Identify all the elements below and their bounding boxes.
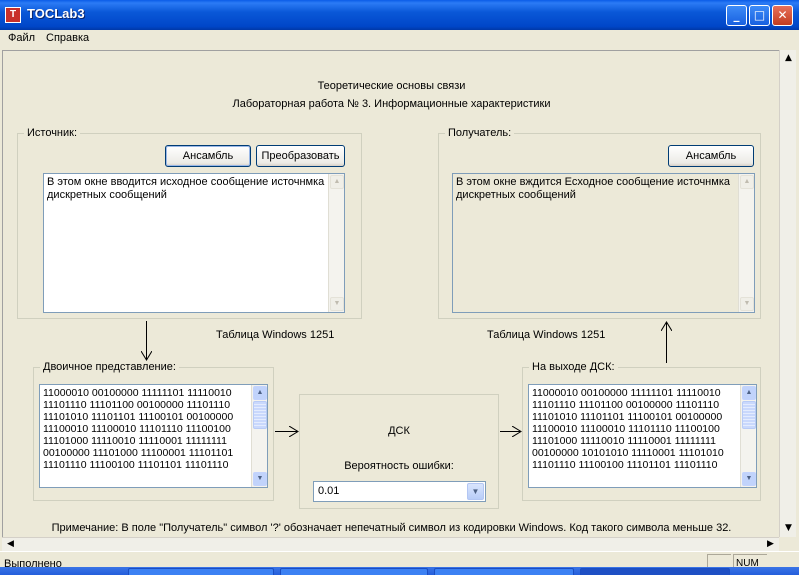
receiver-label: Получатель: bbox=[445, 127, 515, 139]
note-text: Примечание: В поле "Получатель" символ '… bbox=[51, 522, 732, 534]
dsk-title: ДСК bbox=[388, 425, 410, 437]
source-ensemble-label: Ансамбль bbox=[182, 150, 234, 162]
error-probability-value: 0.01 bbox=[318, 485, 340, 497]
scroll-up-icon[interactable]: ▲ bbox=[742, 386, 756, 400]
scroll-down-icon[interactable]: ▼ bbox=[781, 521, 796, 536]
window-title: TOCLab3 bbox=[27, 6, 85, 21]
arrow-down-icon bbox=[141, 351, 152, 361]
menu-file[interactable]: Файл bbox=[8, 32, 35, 44]
close-button[interactable]: ✕ bbox=[772, 5, 793, 26]
scroll-down-icon[interactable]: ▼ bbox=[253, 472, 267, 486]
scroll-right-icon[interactable]: ▶ bbox=[763, 537, 778, 552]
header-subtitle: Лабораторная работа № 3. Информационные … bbox=[232, 98, 551, 110]
menu-bar: Файл Справка bbox=[0, 30, 799, 49]
arrow-right-icon bbox=[289, 426, 299, 437]
maximize-button[interactable]: □ bbox=[749, 5, 770, 26]
taskbar bbox=[0, 567, 799, 575]
scroll-thumb[interactable] bbox=[253, 401, 267, 429]
scroll-thumb[interactable] bbox=[742, 401, 756, 429]
window-vertical-scrollbar[interactable]: ▲ ▼ bbox=[779, 50, 796, 537]
arrow-right-icon bbox=[512, 426, 522, 437]
minimize-button[interactable]: _ bbox=[726, 5, 747, 26]
binary-text: 11000010 00100000 11111101 11110010 1110… bbox=[43, 387, 237, 471]
scroll-up-icon[interactable]: ▲ bbox=[253, 386, 267, 400]
receiver-ensemble-button[interactable]: Ансамбль bbox=[668, 145, 754, 167]
source-textarea-scrollbar[interactable]: ▲ ▼ bbox=[328, 174, 344, 312]
scroll-up-icon[interactable]: ▲ bbox=[330, 175, 344, 189]
binary-textarea[interactable]: 11000010 00100000 11111101 11110010 1110… bbox=[39, 384, 268, 488]
output-text: 11000010 00100000 11111101 11110010 1110… bbox=[532, 387, 727, 471]
scroll-down-icon[interactable]: ▼ bbox=[742, 472, 756, 486]
title-bar[interactable]: T TOCLab3 _ □ ✕ bbox=[0, 0, 799, 30]
receiver-textarea-scrollbar[interactable]: ▲ ▼ bbox=[738, 174, 754, 312]
receiver-text: В этом окне вждится Есходное сообщение и… bbox=[456, 176, 737, 201]
output-label: На выходе ДСК: bbox=[529, 361, 618, 373]
binary-textarea-scrollbar[interactable]: ▲ ▼ bbox=[251, 385, 267, 487]
taskbar-button[interactable] bbox=[280, 568, 428, 575]
output-textarea[interactable]: 11000010 00100000 11111101 11110010 1110… bbox=[528, 384, 757, 488]
app-icon[interactable]: T bbox=[5, 7, 21, 23]
client-area: Теоретические основы связи Лабораторная … bbox=[2, 50, 779, 550]
receiver-ensemble-label: Ансамбль bbox=[685, 150, 737, 162]
source-ensemble-button[interactable]: Ансамбль bbox=[165, 145, 251, 167]
output-textarea-scrollbar[interactable]: ▲ ▼ bbox=[740, 385, 756, 487]
taskbar-button-active[interactable] bbox=[580, 568, 730, 575]
source-textarea[interactable]: В этом окне вводится исходное сообщение … bbox=[43, 173, 345, 313]
scroll-up-icon[interactable]: ▲ bbox=[740, 175, 754, 189]
menu-help[interactable]: Справка bbox=[46, 32, 89, 44]
arrow-up-icon bbox=[661, 321, 672, 331]
scroll-down-icon[interactable]: ▼ bbox=[740, 297, 754, 311]
taskbar-button[interactable] bbox=[434, 568, 574, 575]
binary-label: Двоичное представление: bbox=[40, 361, 179, 373]
receiver-textarea[interactable]: В этом окне вждится Есходное сообщение и… bbox=[452, 173, 755, 313]
scroll-down-icon[interactable]: ▼ bbox=[330, 297, 344, 311]
scroll-up-icon[interactable]: ▲ bbox=[781, 51, 796, 66]
source-text: В этом окне вводится исходное сообщение … bbox=[47, 176, 328, 201]
transform-label: Преобразовать bbox=[261, 150, 340, 162]
scroll-left-icon[interactable]: ◀ bbox=[3, 537, 18, 552]
taskbar-button[interactable] bbox=[128, 568, 274, 575]
encoding-label-right: Таблица Windows 1251 bbox=[487, 329, 606, 341]
chevron-down-icon[interactable]: ▼ bbox=[467, 483, 484, 500]
error-probability-label: Вероятность ошибки: bbox=[344, 460, 454, 472]
status-bar: Выполнено NUM bbox=[0, 551, 799, 570]
status-cell bbox=[707, 554, 731, 568]
error-probability-select[interactable]: 0.01 ▼ bbox=[313, 481, 486, 502]
header-title: Теоретические основы связи bbox=[317, 80, 466, 92]
transform-button[interactable]: Преобразовать bbox=[256, 145, 345, 167]
source-label: Источник: bbox=[24, 127, 81, 139]
window-horizontal-scrollbar[interactable]: ◀ ▶ bbox=[2, 537, 779, 551]
encoding-label-left: Таблица Windows 1251 bbox=[216, 329, 335, 341]
